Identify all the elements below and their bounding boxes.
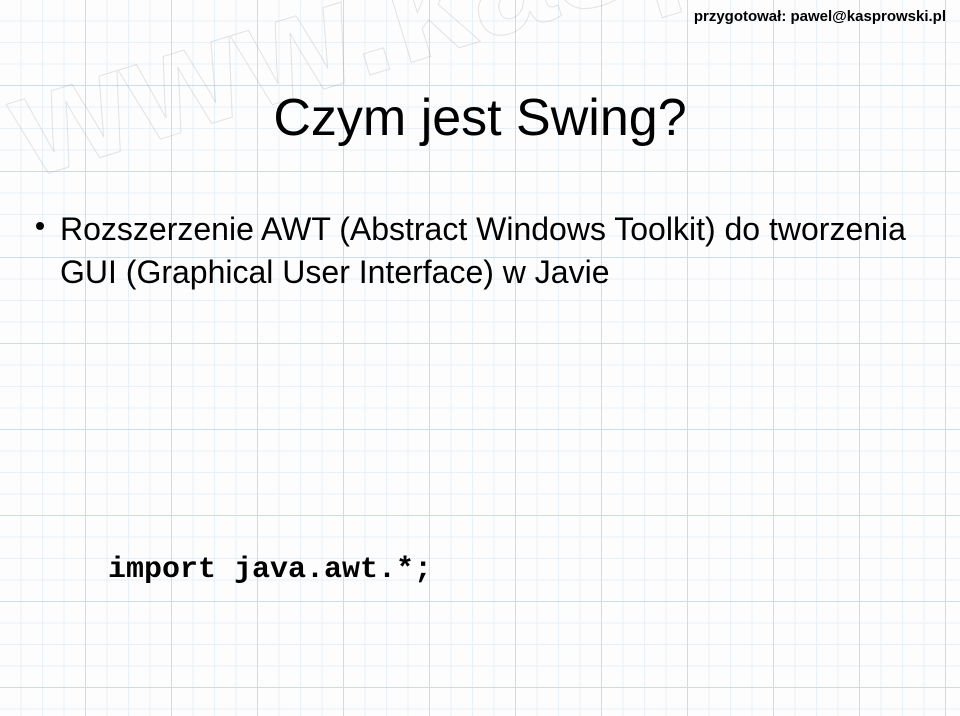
bullet-item: Rozszerzenie AWT (Abstract Windows Toolk… [60,208,920,294]
bullet-dot-icon [36,222,44,230]
code-block: import java.awt.*; import java.awt.event… [108,390,558,716]
code-line-1: import java.awt.*; [108,534,558,606]
bullet-text: Rozszerzenie AWT (Abstract Windows Toolk… [60,211,906,290]
header-credit: przygotował: pawel@kasprowski.pl [694,8,946,25]
slide-title: Czym jest Swing? [0,88,960,148]
